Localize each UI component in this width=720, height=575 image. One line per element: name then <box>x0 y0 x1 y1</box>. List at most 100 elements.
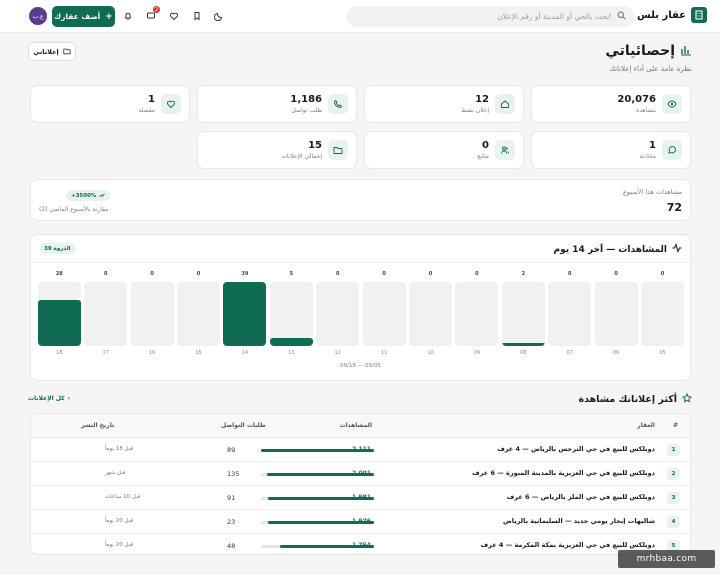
bar-column: 0 05 <box>641 271 684 356</box>
contacts-count: 89 <box>227 446 236 454</box>
top-ads-title: أكثر إعلاناتك مشاهدة <box>578 394 678 405</box>
bar-category-label: 15 <box>195 350 202 356</box>
bar-track <box>548 282 592 346</box>
weekly-change-badge: +3500% <box>66 190 111 201</box>
table-header: # العقار المشاهدات طلبات التواصل تاريخ ا… <box>31 414 690 438</box>
search-bar[interactable]: ابحث بالحي أو المدينة أو رقم الإعلان <box>346 6 634 27</box>
weekly-views-title: مشاهدات هذا الأسبوع <box>623 188 682 196</box>
bar-category-label: 05 <box>659 350 666 356</box>
bar-value-label: 39 <box>241 271 249 277</box>
bar-value-label: 0 <box>150 271 154 277</box>
bar-value-label: 0 <box>660 271 665 277</box>
bar-track <box>84 282 128 346</box>
views-progress-bar <box>268 521 374 524</box>
weekly-views-value: 72 <box>666 201 682 214</box>
plus-icon: + <box>105 11 113 22</box>
weekly-compare-text: مقارنة بالأسبوع الماضي (2) <box>39 206 109 213</box>
bookmark-icon[interactable] <box>191 10 203 22</box>
bar-column: 2 08 <box>501 271 545 356</box>
contacts-count: 135 <box>227 470 240 478</box>
table-row[interactable]: 2 دوبلكس للبيع في حي العزيزية بالمدينة ال… <box>31 462 690 486</box>
ad-title[interactable]: دوبلكس للبيع في حي الملز بالرياض — 6 غرف <box>507 493 655 501</box>
bar-track <box>455 282 499 346</box>
bar-value-label: 28 <box>55 271 63 277</box>
table-row[interactable]: 1 دوبلكس للبيع في حي النرجس بالرياض — 4 غ… <box>31 438 690 462</box>
bar-value-label: 0 <box>196 271 201 277</box>
moon-icon[interactable] <box>213 10 225 22</box>
bar <box>269 337 313 346</box>
notification-badge: 2 <box>153 6 160 13</box>
bar-column: 5 13 <box>269 271 313 356</box>
bar-column: 0 06 <box>594 271 638 356</box>
my-ads-button[interactable]: إعلاناتي <box>28 42 76 61</box>
brand[interactable]: عقار بلس <box>637 7 707 23</box>
bar-column: 0 07 <box>548 271 592 356</box>
search-input[interactable]: ابحث بالحي أو المدينة أو رقم الإعلان <box>497 12 611 21</box>
ad-title[interactable]: دوبلكس للبيع في حي النرجس بالرياض — 4 غر… <box>497 445 655 453</box>
brand-name: عقار بلس <box>637 9 686 21</box>
bar-value-label: 0 <box>382 271 386 277</box>
bar-value-label: 0 <box>614 271 618 277</box>
rank-badge: 4 <box>667 516 680 528</box>
phone-icon <box>328 94 348 114</box>
contacts-count: 48 <box>227 542 236 550</box>
activity-icon <box>672 243 682 256</box>
bar-value-label: 5 <box>289 271 294 277</box>
avatar[interactable]: ع.ب <box>29 7 47 25</box>
bar-column: 0 12 <box>316 271 360 356</box>
page-title: إحصائياتي <box>605 43 675 59</box>
page-subtitle: نظرة عامة على أداء إعلاناتك <box>609 65 692 73</box>
bar-track <box>37 282 81 346</box>
bar-category-label: 17 <box>102 350 109 356</box>
ad-title[interactable]: شاليهات إيجار يومي جديد — السليمانية بال… <box>503 517 655 525</box>
views-progress-bar <box>280 545 374 548</box>
stat-label: مفضلة <box>138 107 155 114</box>
all-ads-link[interactable]: ‹ كل الإعلانات <box>28 395 70 402</box>
bar-column: 0 16 <box>130 271 174 356</box>
weekly-views-card: مشاهدات هذا الأسبوع 72 +3500% مقارنة بال… <box>30 179 691 221</box>
stat-label: مشاهدة <box>636 107 656 114</box>
stat-label: محادثة <box>639 153 656 160</box>
bar-value-label: 0 <box>475 271 479 277</box>
add-property-label: أضف عقارك <box>54 12 101 21</box>
top-bar: عقار بلس ابحث بالحي أو المدينة أو رقم ال… <box>0 0 720 33</box>
chevron-left-icon: ‹ <box>67 395 71 402</box>
stat-value: 1 <box>148 94 155 105</box>
top-ads-table: # العقار المشاهدات طلبات التواصل تاريخ ا… <box>30 413 691 555</box>
table-row[interactable]: 5 دوبلكس للبيع في حي العزيزية بمكة المكرم… <box>31 534 690 554</box>
views-progress-track <box>261 521 374 524</box>
bar-category-label: 09 <box>473 350 481 356</box>
bar-category-label: 06 <box>612 350 620 356</box>
heart-icon[interactable] <box>168 10 180 22</box>
date-range: 09/05 — 09/18 <box>340 363 381 369</box>
column-header-contacts: طلبات التواصل <box>221 422 266 429</box>
folder-icon <box>63 47 71 57</box>
stat-card-total-ads: 15 إجمالي الإعلانات <box>197 131 357 169</box>
bar-category-label: 14 <box>241 350 249 356</box>
posted-date: قبل 20 يوماً <box>105 518 133 524</box>
bar-track <box>501 282 545 346</box>
stat-card-favorites: 1 مفضلة <box>30 85 190 123</box>
views-progress-bar <box>266 473 374 476</box>
stat-value: 20,076 <box>617 94 656 105</box>
ad-title[interactable]: دوبلكس للبيع في حي العزيزية بمكة المكرمة… <box>481 541 655 549</box>
column-header-rank: # <box>672 422 678 429</box>
table-row[interactable]: 4 شاليهات إيجار يومي جديد — السليمانية با… <box>31 510 690 534</box>
bar-track <box>130 282 174 346</box>
ad-title[interactable]: دوبلكس للبيع في حي العزيزية بالمدينة الم… <box>472 469 655 477</box>
bar <box>501 342 545 346</box>
table-row[interactable]: 3 دوبلكس للبيع في حي الملز بالرياض — 6 غر… <box>31 486 690 510</box>
bar-column: 0 17 <box>84 271 128 356</box>
add-property-button[interactable]: + أضف عقارك <box>52 6 115 27</box>
bell-icon[interactable] <box>122 10 134 22</box>
star-icon <box>681 392 693 406</box>
bar-category-label: 08 <box>520 350 527 356</box>
bar-column: 39 14 <box>223 271 267 356</box>
views-progress-track <box>261 545 374 548</box>
bar-category-label: 16 <box>148 350 156 356</box>
messages-icon[interactable]: 2 <box>145 6 160 22</box>
column-header-property: العقار <box>637 422 655 429</box>
bar-track <box>594 282 638 346</box>
bar-category-label: 11 <box>380 350 388 356</box>
all-ads-label: كل الإعلانات <box>28 395 65 402</box>
